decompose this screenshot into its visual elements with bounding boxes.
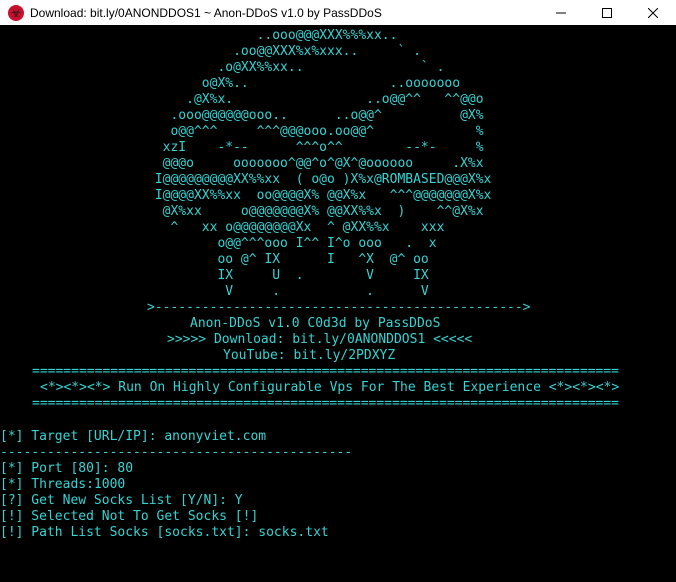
download-line: >>>>> Download: bit.ly/0ANONDDOS1 <<<<< — [167, 332, 473, 347]
threads-prompt: [*] Threads:1000 — [0, 477, 126, 492]
ascii-art-line: .oo@@XXX%x%xxx.. ` . — [147, 44, 421, 59]
ascii-art-line: ^ xx o@@@@@@@@Xx ^ @XX%%x xxx — [147, 220, 445, 235]
title-bar[interactable]: ☣ Download: bit.ly/0ANONDDOS1 ~ Anon-DDo… — [0, 0, 676, 25]
ascii-art-line: .o@XX%%xx.. ` . — [147, 60, 445, 75]
rule-line-bottom: ========================================… — [32, 396, 619, 411]
port-prompt: [*] Port [80]: 80 — [0, 461, 134, 476]
maximize-icon — [602, 7, 612, 18]
ascii-art-line: @@@o ooooooo^@@^o^@X^@oooooo .X%x — [147, 156, 484, 171]
motto-line: <*><*><*> Run On Highly Configurable Vps… — [40, 380, 620, 395]
close-icon — [648, 7, 658, 18]
console-window: ☣ Download: bit.ly/0ANONDDOS1 ~ Anon-DDo… — [0, 0, 676, 582]
ascii-art-line: oo @^ IX I ^X @^ oo — [147, 252, 429, 267]
window-title: Download: bit.ly/0ANONDDOS1 ~ Anon-DDoS … — [30, 5, 382, 20]
ascii-art-line: IX U . V IX — [147, 268, 429, 283]
minimize-button[interactable] — [538, 0, 584, 25]
minimize-icon — [556, 12, 566, 13]
maximize-button[interactable] — [584, 0, 630, 25]
ascii-art-line: .@X%x. ..o@@^^ ^^@@o — [147, 92, 484, 107]
prompt-divider: ----------------------------------------… — [0, 445, 353, 460]
youtube-line: YouTube: bit.ly/2PDXYZ — [223, 348, 396, 363]
ascii-art-line: I@@@@XX%%xx oo@@@@X% @@X%x ^^^@@@@@@@X%x — [147, 188, 492, 203]
ascii-art-line: V . . V — [147, 284, 429, 299]
target-prompt: [*] Target [URL/IP]: anonyviet.com — [0, 429, 267, 444]
path-prompt: [!] Path List Socks [socks.txt]: socks.t… — [0, 525, 329, 540]
close-button[interactable] — [630, 0, 676, 25]
hazard-icon: ☣ — [8, 4, 24, 21]
rule-line-top: ========================================… — [32, 364, 619, 379]
ascii-art-line: o@@^^^ooo I^^ I^o ooo . x — [147, 236, 437, 251]
ascii-art-line: o@@^^^ ^^^@@@ooo.oo@@^ % — [147, 124, 484, 139]
console-output[interactable]: ..ooo@@@XXX%%%xx.. .oo@@XXX%x%xxx.. ` . … — [0, 25, 676, 582]
credit-line: Anon-DDoS v1.0 C0d3d by PassDDoS — [190, 316, 441, 331]
ascii-art-line: ..ooo@@@XXX%%%xx.. — [147, 28, 398, 43]
selected-notice: [!] Selected Not To Get Socks [!] — [0, 509, 259, 524]
ascii-art-line: @X%xx o@@@@@@@X% @@XX%%x ) ^^@X%x — [147, 204, 484, 219]
ascii-art-line: .ooo@@@@@@ooo.. ..o@@^ @X% — [147, 108, 484, 123]
window-controls — [538, 0, 676, 25]
ascii-art-line: I@@@@@@@@@XX%%xx ( o@o )X%x@ROMBASED@@@X… — [147, 172, 492, 187]
separator-arrow: >---------------------------------------… — [147, 300, 531, 315]
ascii-art-line: o@X%.. ..ooooooo — [147, 76, 461, 91]
socks-list-prompt: [?] Get New Socks List [Y/N]: Y — [0, 493, 243, 508]
ascii-art-line: xzI -*-- ^^^o^^ --*- % — [147, 140, 484, 155]
